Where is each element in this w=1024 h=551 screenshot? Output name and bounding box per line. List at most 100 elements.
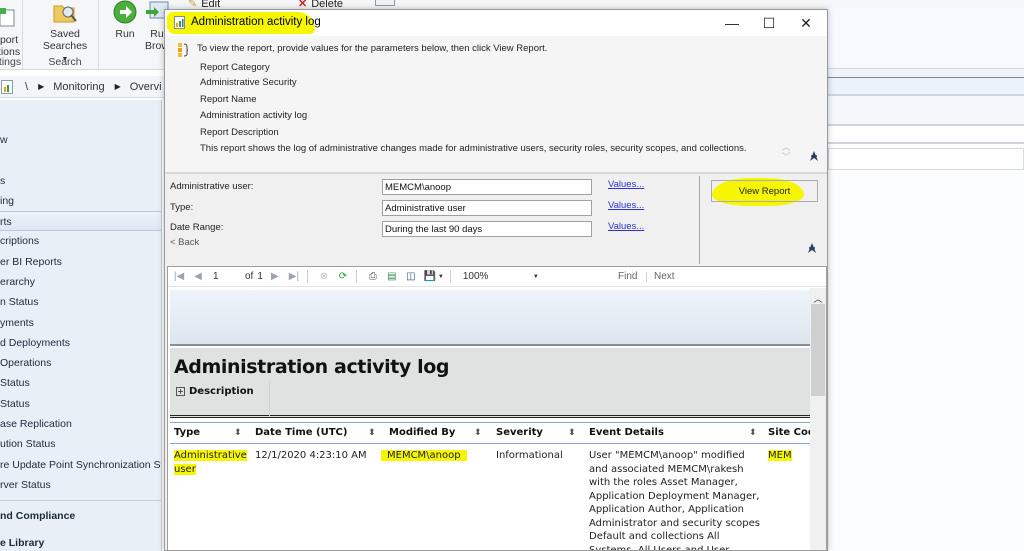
- date-range-input[interactable]: During the last 90 days: [382, 221, 592, 237]
- cell-severity: Informational: [496, 450, 563, 461]
- param-label-date-range: Date Range:: [170, 222, 224, 233]
- date-range-values-link[interactable]: Values...: [608, 221, 644, 232]
- report-description-label: Report Description: [200, 127, 279, 138]
- title-bar[interactable]: Administration activity log — ☐ ✕: [165, 10, 827, 36]
- type-values-link[interactable]: Values...: [608, 200, 644, 211]
- dialog-title: Administration activity log: [191, 16, 321, 28]
- background-search-field: [828, 148, 1024, 170]
- nav-item[interactable]: n Status: [0, 292, 161, 312]
- expand-icon[interactable]: +: [176, 387, 185, 396]
- report-vertical-scrollbar[interactable]: ︿: [810, 288, 826, 550]
- nav-item[interactable]: yments: [0, 313, 161, 333]
- refresh-icon[interactable]: ⟳: [336, 270, 350, 284]
- close-button[interactable]: ✕: [787, 10, 825, 36]
- print-icon[interactable]: ⎙: [366, 270, 380, 284]
- report-info-panel: To view the report, provide values for t…: [165, 36, 827, 174]
- breadcrumb-root[interactable]: \: [25, 81, 28, 93]
- column-header-event-details[interactable]: Event Details ⬍: [589, 423, 761, 443]
- close-icon: ✕: [800, 14, 812, 31]
- report-title: Administration activity log: [174, 356, 450, 378]
- report-title-band: Administration activity log + Descriptio…: [170, 348, 810, 418]
- info-scroll-arrows[interactable]: ︿ ﹀: [779, 142, 793, 166]
- report-dialog: Administration activity log — ☐ ✕ To vie…: [164, 9, 828, 551]
- pin-icon[interactable]: [806, 242, 818, 254]
- print-layout-icon[interactable]: ▤: [385, 270, 399, 284]
- breadcrumb-separator-icon[interactable]: ▶: [38, 82, 44, 91]
- type-input[interactable]: Administrative user: [382, 200, 592, 216]
- report-options-icon: [0, 8, 15, 27]
- minimize-button[interactable]: —: [713, 10, 751, 36]
- zoom-dropdown-icon[interactable]: ▼: [533, 274, 539, 280]
- page-of-label: of: [245, 271, 254, 282]
- admin-user-input[interactable]: MEMCM\anoop: [382, 179, 592, 195]
- last-page-icon[interactable]: ▶|: [287, 270, 301, 284]
- nav-item[interactable]: er BI Reports: [0, 252, 161, 272]
- report-header-band: [170, 290, 810, 346]
- page-number-input[interactable]: 1: [213, 271, 241, 282]
- nav-item-reports[interactable]: rts: [0, 211, 161, 231]
- column-header-datetime[interactable]: Date Time (UTC) ⬍: [255, 423, 376, 443]
- column-header-type[interactable]: Type ⬍: [174, 423, 246, 443]
- export-icon[interactable]: 💾: [423, 270, 437, 284]
- page-setup-icon[interactable]: ◫: [404, 270, 418, 284]
- next-link[interactable]: Next: [654, 271, 675, 282]
- nav-item[interactable]: ase Replication: [0, 414, 161, 434]
- next-page-icon[interactable]: ▶: [268, 270, 282, 284]
- report-options-button[interactable]: port tions: [0, 6, 24, 58]
- nav-item[interactable]: Status: [0, 394, 161, 414]
- ribbon-group-label: ttings: [0, 56, 22, 68]
- info-parameters-icon: [178, 43, 188, 57]
- first-page-icon[interactable]: |◀: [172, 270, 186, 284]
- nav-item[interactable]: Operations: [0, 353, 161, 373]
- column-header-severity[interactable]: Severity ⬍: [496, 423, 578, 443]
- sort-icon[interactable]: ⬍: [368, 423, 376, 443]
- breadcrumb-overview[interactable]: Overvi: [130, 81, 162, 93]
- sort-icon[interactable]: ⬍: [234, 423, 242, 443]
- nav-item[interactable]: Status: [0, 373, 161, 393]
- nav-item[interactable]: w: [0, 130, 161, 150]
- sort-icon[interactable]: ⬍: [749, 423, 757, 443]
- run-button[interactable]: Run: [110, 0, 140, 40]
- report-icon: [1, 79, 13, 94]
- zoom-select[interactable]: 100%: [463, 271, 533, 282]
- cell-datetime: 12/1/2020 4:23:10 AM: [255, 450, 367, 461]
- page-total: 1: [257, 271, 263, 282]
- breadcrumb-monitoring[interactable]: Monitoring: [53, 81, 104, 93]
- description-toggle[interactable]: + Description: [170, 382, 270, 416]
- parameters-panel: Administrative user: MEMCM\anoop Values.…: [165, 176, 700, 264]
- stop-icon[interactable]: ⊗: [317, 270, 331, 284]
- pin-icon[interactable]: [808, 150, 820, 162]
- nav-item[interactable]: ing: [0, 191, 161, 211]
- breadcrumb-separator-icon[interactable]: ▶: [115, 82, 121, 91]
- column-header-site-code[interactable]: Site Code: [768, 423, 810, 443]
- scroll-thumb[interactable]: [811, 304, 825, 396]
- nav-item[interactable]: rver Status: [0, 475, 161, 495]
- nav-item[interactable]: ution Status: [0, 434, 161, 454]
- ribbon-group-label: Search: [48, 56, 82, 68]
- column-header-modified-by[interactable]: Modified By ⬍: [389, 423, 482, 443]
- nav-item[interactable]: criptions: [0, 231, 161, 251]
- admin-user-values-link[interactable]: Values...: [608, 179, 644, 190]
- nav-item[interactable]: erarchy: [0, 272, 161, 292]
- report-category-label: Report Category: [200, 62, 270, 73]
- param-label-type: Type:: [170, 202, 194, 213]
- previous-page-icon[interactable]: ◀: [191, 270, 205, 284]
- table-header-row: Type ⬍ Date Time (UTC) ⬍ Modified By ⬍ Seve…: [170, 422, 810, 444]
- chevron-up-icon[interactable]: ︿: [779, 142, 793, 152]
- back-link[interactable]: < Back: [170, 237, 199, 248]
- chevron-down-icon[interactable]: ﹀: [779, 152, 793, 162]
- maximize-button[interactable]: ☐: [750, 10, 788, 36]
- ribbon-group-search: Saved Searches ▼ Search: [32, 0, 99, 70]
- sort-icon[interactable]: ⬍: [568, 423, 576, 443]
- nav-section[interactable]: nd Compliance: [0, 506, 161, 526]
- nav-section[interactable]: e Library: [0, 533, 161, 551]
- nav-item[interactable]: re Update Point Synchronization Sta: [0, 455, 161, 475]
- find-link[interactable]: Find: [618, 271, 637, 282]
- nav-item[interactable]: s: [0, 171, 161, 191]
- report-category-value: Administrative Security: [200, 77, 297, 88]
- view-report-button[interactable]: View Report: [711, 180, 818, 202]
- sort-icon[interactable]: ⬍: [474, 423, 482, 443]
- report-toolbar: |◀ ◀ 1 of 1 ▶ ▶| ⊗ ⟳ ⎙ ▤ ◫ 💾 ▼ 100% ▼ Fi…: [168, 267, 826, 287]
- nav-item[interactable]: d Deployments: [0, 333, 161, 353]
- export-dropdown-icon[interactable]: ▼: [438, 274, 444, 280]
